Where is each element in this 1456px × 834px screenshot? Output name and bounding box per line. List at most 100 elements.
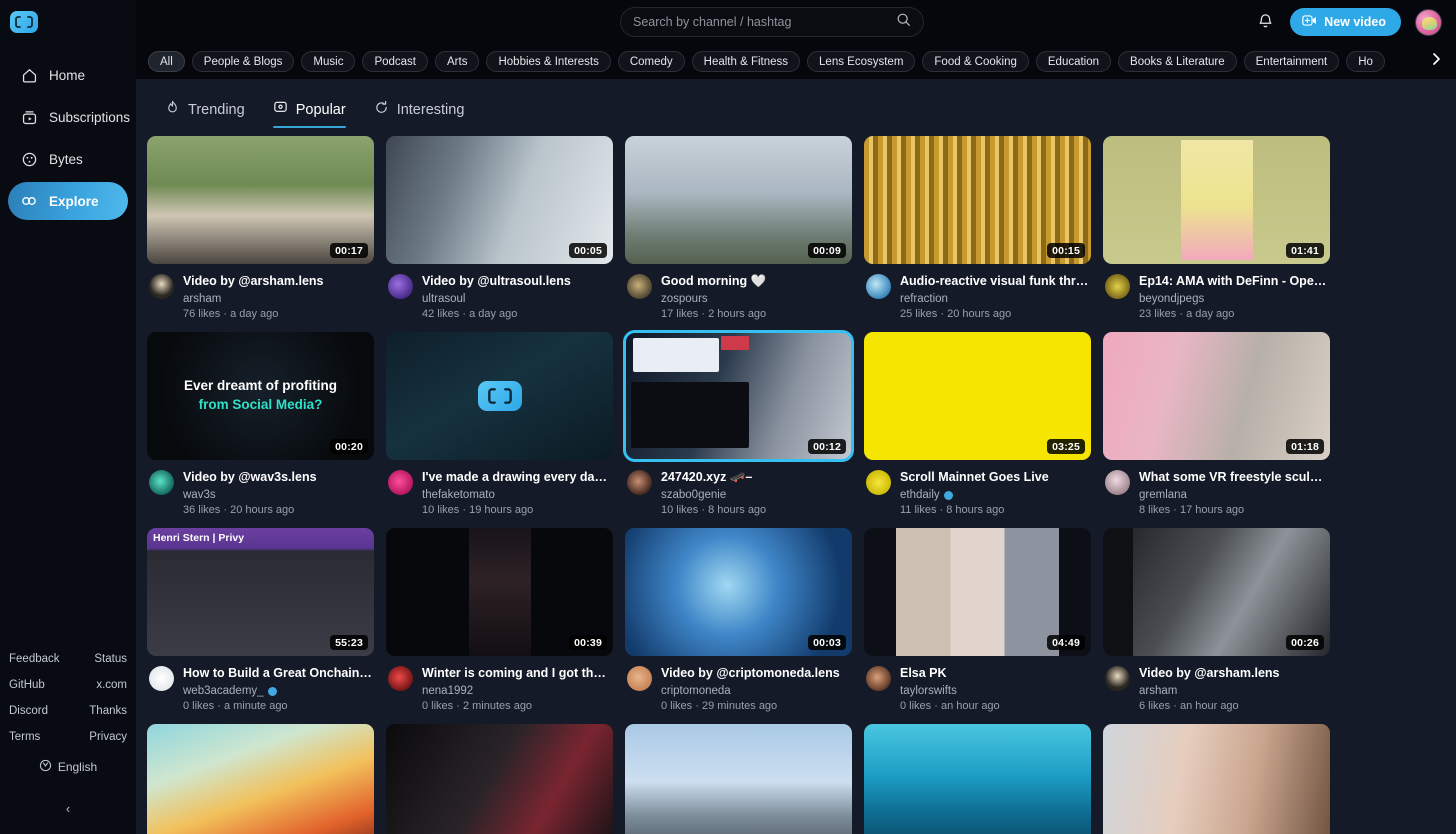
video-card[interactable]: I've made a drawing every da… thefaketoma… [386,332,613,516]
video-card[interactable]: Ever dreamt of profiting from Social Medi… [147,332,374,516]
channel-avatar[interactable] [627,274,652,299]
video-card[interactable]: 01:18 What some VR freestyle sculp… gremla… [1103,332,1330,516]
video-title[interactable]: Audio-reactive visual funk thr… [900,273,1089,289]
video-thumbnail[interactable]: Henri Stern | Privy 55:23 [147,528,374,656]
channel-avatar[interactable] [388,274,413,299]
chips-next-button[interactable] [1410,44,1456,79]
video-card[interactable]: 00:15 Audio-reactive visual funk thr… refr… [864,136,1091,320]
video-title[interactable]: Video by @ultrasoul.lens [422,273,611,289]
video-thumbnail[interactable] [147,724,374,834]
video-card[interactable]: 00:39 Winter is coming and I got th… nena1… [386,528,613,712]
video-thumbnail[interactable]: 00:39 [386,528,613,656]
footer-link-github[interactable]: GitHub [9,679,45,691]
video-thumbnail[interactable] [625,724,852,834]
video-title[interactable]: What some VR freestyle sculp… [1139,469,1328,485]
category-chip[interactable]: Ho [1346,51,1385,72]
video-thumbnail[interactable] [1103,724,1330,834]
channel-avatar[interactable] [866,666,891,691]
search-icon[interactable] [896,12,911,32]
channel-avatar[interactable] [149,470,174,495]
video-title[interactable]: Video by @criptomoneda.lens [661,665,850,681]
channel-avatar[interactable] [1105,470,1130,495]
channel-handle[interactable]: web3academy_ [183,685,264,697]
sidebar-item-explore[interactable]: Explore [8,182,128,220]
video-thumbnail[interactable]: 01:41 [1103,136,1330,264]
video-card[interactable] [386,724,613,834]
category-chip[interactable]: Lens Ecosystem [807,51,916,72]
video-title[interactable]: Video by @wav3s.lens [183,469,372,485]
search-container[interactable] [620,7,924,37]
channel-handle[interactable]: wav3s [183,489,216,501]
video-title[interactable]: 247420.xyz 🛹– [661,469,850,485]
video-card[interactable]: 00:26 Video by @arsham.lens arsham 6 likes … [1103,528,1330,712]
video-thumbnail[interactable]: 03:25 [864,332,1091,460]
tab-interesting[interactable]: Interesting [374,100,464,128]
video-card[interactable] [1103,724,1330,834]
channel-avatar[interactable] [1105,274,1130,299]
language-selector[interactable]: English [39,759,97,775]
channel-avatar[interactable] [149,666,174,691]
category-chip[interactable]: Entertainment [1243,51,1340,72]
video-card[interactable]: 01:41 Ep14: AMA with DeFinn - Open… beyond… [1103,136,1330,320]
channel-handle[interactable]: arsham [183,293,221,305]
channel-avatar[interactable] [388,470,413,495]
bell-icon[interactable] [1256,12,1276,32]
video-card[interactable]: 00:05 Video by @ultrasoul.lens ultrasoul 42… [386,136,613,320]
tab-popular[interactable]: Popular [272,100,346,128]
tab-trending[interactable]: Trending [165,100,245,128]
channel-avatar[interactable] [866,470,891,495]
channel-handle[interactable]: thefaketomato [422,489,495,501]
video-title[interactable]: Video by @arsham.lens [1139,665,1328,681]
category-chip[interactable]: Education [1035,51,1112,72]
video-title[interactable]: Video by @arsham.lens [183,273,372,289]
channel-handle[interactable]: criptomoneda [661,685,731,697]
video-title[interactable]: Winter is coming and I got th… [422,665,611,681]
category-chip[interactable]: Comedy [617,51,685,72]
channel-handle[interactable]: szabo0genie [661,489,726,501]
video-thumbnail[interactable]: 00:17 [147,136,374,264]
video-title[interactable]: Good morning 🤍 [661,273,850,289]
user-avatar[interactable] [1415,8,1442,36]
channel-avatar[interactable] [866,274,891,299]
channel-avatar[interactable] [1105,666,1130,691]
footer-link-feedback[interactable]: Feedback [9,653,60,665]
video-title[interactable]: Scroll Mainnet Goes Live [900,469,1089,485]
channel-handle[interactable]: taylorswifts [900,685,957,697]
category-chip[interactable]: All [148,51,185,72]
video-thumbnail[interactable]: 00:09 [625,136,852,264]
video-card[interactable]: 00:03 Video by @criptomoneda.lens criptomo… [625,528,852,712]
video-thumbnail[interactable] [864,724,1091,834]
category-chip[interactable]: Music [301,51,356,72]
video-title[interactable]: I've made a drawing every da… [422,469,611,485]
video-card[interactable]: 00:17 Video by @arsham.lens arsham 76 likes… [147,136,374,320]
video-card[interactable]: 04:49 Elsa PK taylorswifts 0 likes · an hou… [864,528,1091,712]
channel-handle[interactable]: refraction [900,293,948,305]
channel-avatar[interactable] [149,274,174,299]
search-input[interactable] [633,15,896,29]
lenstube-logo-icon[interactable] [10,11,38,33]
category-chip[interactable]: Arts [435,51,480,72]
channel-handle[interactable]: ethdaily [900,489,940,501]
video-card[interactable]: 00:12 247420.xyz 🛹– szabo0genie 10 likes · … [623,330,854,516]
video-title[interactable]: How to Build a Great Onchain … [183,665,372,681]
video-card[interactable] [147,724,374,834]
footer-link-thanks[interactable]: Thanks [89,705,127,717]
video-thumbnail[interactable]: 00:12 [623,330,854,462]
video-thumbnail[interactable]: Ever dreamt of profiting from Social Medi… [147,332,374,460]
category-chip[interactable]: Podcast [362,51,429,72]
channel-avatar[interactable] [627,666,652,691]
video-thumbnail[interactable]: 00:05 [386,136,613,264]
footer-link-xcom[interactable]: x.com [96,679,127,691]
new-video-button[interactable]: New video [1290,8,1401,36]
channel-handle[interactable]: beyondjpegs [1139,293,1204,305]
sidebar-item-subscriptions[interactable]: Subscriptions [8,98,130,136]
category-chip[interactable]: Food & Cooking [922,51,1029,72]
collapse-sidebar-button[interactable]: ‹ [66,801,70,816]
video-thumbnail[interactable]: 04:49 [864,528,1091,656]
video-thumbnail[interactable]: 00:26 [1103,528,1330,656]
video-card[interactable] [625,724,852,834]
footer-link-privacy[interactable]: Privacy [89,731,127,743]
video-title[interactable]: Elsa PK [900,665,1089,681]
channel-handle[interactable]: nena1992 [422,685,473,697]
video-card[interactable]: 00:09 Good morning 🤍 zospours 17 likes · 2 … [625,136,852,320]
